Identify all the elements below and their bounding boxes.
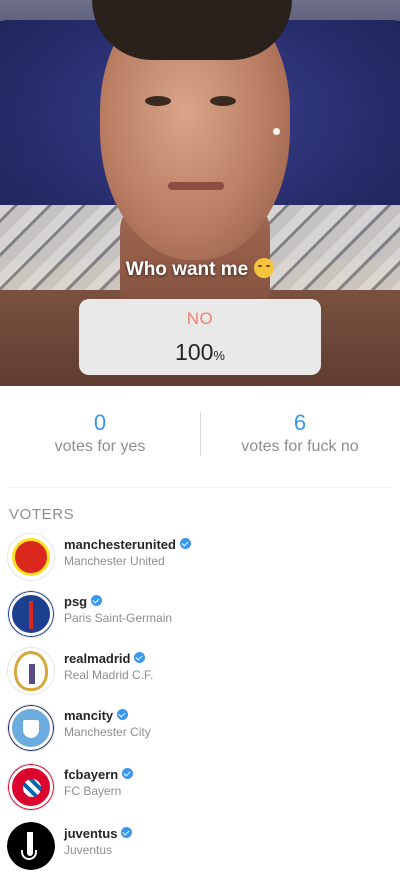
username-text: realmadrid <box>64 651 131 666</box>
voter-row[interactable]: juventus Juventus <box>0 822 400 874</box>
voter-username[interactable]: juventus <box>64 826 133 841</box>
voter-username[interactable]: fcbayern <box>64 767 134 782</box>
username-text: mancity <box>64 708 114 723</box>
username-text: juventus <box>64 826 118 841</box>
yes-votes-label: votes for yes <box>54 438 146 455</box>
avatar[interactable] <box>7 590 55 638</box>
voter-row[interactable]: fcbayern FC Bayern <box>0 763 400 815</box>
poll-option-label: NO <box>186 309 214 328</box>
avatar[interactable] <box>7 647 55 695</box>
voter-fullname: FC Bayern <box>64 784 122 798</box>
verified-badge-icon <box>121 827 133 838</box>
vote-stats: 0 votes for yes 6 votes for fuck no <box>0 400 400 470</box>
verified-badge-icon <box>117 709 129 720</box>
avatar[interactable] <box>7 533 55 581</box>
yes-votes-stat[interactable]: 0 votes for yes <box>0 410 200 456</box>
avatar[interactable] <box>7 822 55 870</box>
poll-question: Who want me <box>0 258 400 281</box>
poll-percent-value: 100 <box>175 339 214 365</box>
avatar[interactable] <box>7 763 55 811</box>
right-eye <box>210 96 236 106</box>
username-text: psg <box>64 594 88 609</box>
voter-username[interactable]: manchesterunited <box>64 537 191 552</box>
verified-badge-icon <box>91 595 103 606</box>
voter-fullname: Manchester United <box>64 554 165 568</box>
psg-crest-icon <box>9 592 53 636</box>
fc-bayern-crest-icon <box>9 765 53 809</box>
voter-row[interactable]: manchesterunited Manchester United <box>0 533 400 585</box>
voter-username[interactable]: mancity <box>64 708 129 723</box>
verified-badge-icon <box>134 652 146 663</box>
smirking-face-emoji-icon <box>254 258 275 278</box>
voter-row[interactable]: mancity Manchester City <box>0 704 400 756</box>
section-divider <box>8 487 392 488</box>
poll-percent-sign: % <box>213 348 225 363</box>
no-votes-count: 6 <box>293 410 307 435</box>
username-text: manchesterunited <box>64 537 176 552</box>
username-text: fcbayern <box>64 767 119 782</box>
voter-fullname: Paris Saint-Germain <box>64 611 173 625</box>
story-image: Who want me NO 100% <box>0 0 400 386</box>
manchester-city-crest-icon <box>9 706 53 750</box>
verified-badge-icon <box>179 538 191 549</box>
yes-votes-count: 0 <box>93 410 107 435</box>
voter-fullname: Juventus <box>64 843 113 857</box>
voter-row[interactable]: realmadrid Real Madrid C.F. <box>0 647 400 699</box>
voter-fullname: Real Madrid C.F. <box>64 668 154 682</box>
no-votes-stat[interactable]: 6 votes for fuck no <box>200 410 400 456</box>
manchester-united-crest-icon <box>12 538 50 576</box>
avatar[interactable] <box>7 704 55 752</box>
voter-row[interactable]: psg Paris Saint-Germain <box>0 590 400 642</box>
voter-username[interactable]: realmadrid <box>64 651 146 666</box>
left-eye <box>145 96 171 106</box>
hair <box>92 0 292 60</box>
poll-percentage: 100% <box>79 339 321 366</box>
voter-username[interactable]: psg <box>64 594 103 609</box>
real-madrid-crest-icon <box>14 651 48 691</box>
voters-section-title: VOTERS <box>9 506 75 523</box>
verified-badge-icon <box>122 768 134 779</box>
mouth <box>168 182 224 190</box>
no-votes-label: votes for fuck no <box>241 438 359 455</box>
voter-fullname: Manchester City <box>64 725 151 739</box>
juventus-crest-icon <box>7 822 55 870</box>
poll-result-card[interactable]: NO 100% <box>79 299 321 375</box>
poll-question-text: Who want me <box>125 259 249 280</box>
earring <box>273 128 280 135</box>
